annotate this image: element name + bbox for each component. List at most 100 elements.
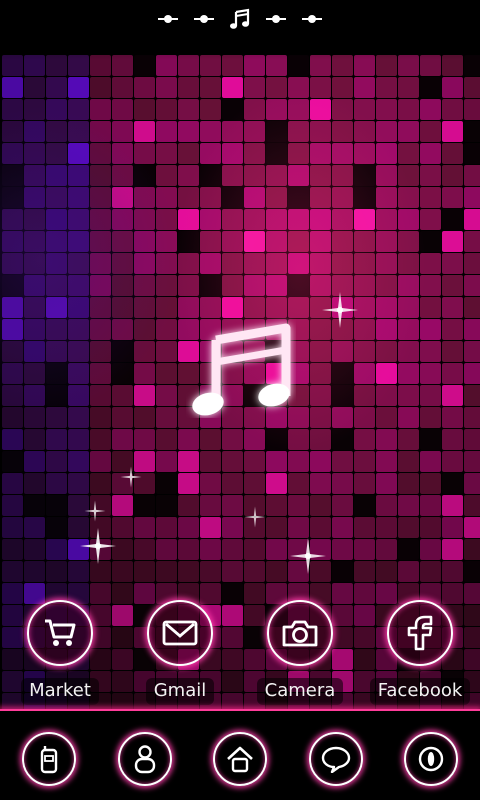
wallpaper-tile xyxy=(288,429,309,450)
app-label[interactable]: Camera xyxy=(256,678,344,705)
wallpaper-tile xyxy=(288,275,309,296)
wallpaper-tile xyxy=(310,121,331,142)
wallpaper-tile xyxy=(376,561,397,582)
wallpaper-tile xyxy=(288,121,309,142)
wallpaper-tile xyxy=(398,275,419,296)
wallpaper-tile xyxy=(156,407,177,428)
wallpaper-tile xyxy=(90,297,111,318)
page-dot-2[interactable] xyxy=(193,8,215,30)
wallpaper-tile xyxy=(266,187,287,208)
wallpaper-tile xyxy=(222,429,243,450)
wallpaper-tile xyxy=(398,55,419,76)
wallpaper-tile xyxy=(200,561,221,582)
wallpaper-tile xyxy=(332,363,353,384)
wallpaper-tile xyxy=(244,55,265,76)
phone-icon[interactable] xyxy=(22,732,76,786)
envelope-icon[interactable] xyxy=(147,600,213,666)
wallpaper-tile xyxy=(464,451,480,472)
wallpaper-tile xyxy=(68,385,89,406)
messaging-icon[interactable] xyxy=(309,732,363,786)
wallpaper-tile xyxy=(134,121,155,142)
wallpaper-tile xyxy=(46,473,67,494)
wallpaper-tile xyxy=(464,187,480,208)
wallpaper-tile xyxy=(464,473,480,494)
wallpaper-tile xyxy=(442,99,463,120)
page-dot-5[interactable] xyxy=(301,8,323,30)
wallpaper-tile xyxy=(156,231,177,252)
wallpaper-tile xyxy=(420,231,441,252)
wallpaper-tile xyxy=(420,121,441,142)
wallpaper-tile xyxy=(46,209,67,230)
wallpaper-tile xyxy=(46,99,67,120)
wallpaper-tile xyxy=(68,209,89,230)
wallpaper-tile xyxy=(24,55,45,76)
app-label[interactable]: Facebook xyxy=(369,678,471,705)
wallpaper-tile xyxy=(24,231,45,252)
app-facebook[interactable]: Facebook xyxy=(365,600,475,710)
wallpaper-tile xyxy=(2,121,23,142)
wallpaper-tile xyxy=(332,539,353,560)
browser-icon[interactable] xyxy=(404,732,458,786)
wallpaper-tile xyxy=(68,319,89,340)
wallpaper-tile xyxy=(112,231,133,252)
wallpaper-tile xyxy=(244,275,265,296)
wallpaper-tile xyxy=(24,121,45,142)
wallpaper-tile xyxy=(178,121,199,142)
page-current-music-note-icon[interactable] xyxy=(229,8,251,30)
app-camera[interactable]: Camera xyxy=(245,600,355,710)
wallpaper-tile xyxy=(464,77,480,98)
wallpaper-tile xyxy=(266,473,287,494)
page-dot-4[interactable] xyxy=(265,8,287,30)
wallpaper-tile xyxy=(178,165,199,186)
music-note-icon xyxy=(186,318,296,418)
wallpaper-tile xyxy=(244,99,265,120)
wallpaper-tile xyxy=(46,363,67,384)
wallpaper-tile xyxy=(442,363,463,384)
wallpaper-tile xyxy=(112,121,133,142)
app-label[interactable]: Gmail xyxy=(145,678,215,705)
wallpaper-tile xyxy=(464,407,480,428)
wallpaper-tile xyxy=(464,121,480,142)
facebook-icon[interactable] xyxy=(387,600,453,666)
wallpaper-tile xyxy=(200,297,221,318)
wallpaper-tile xyxy=(200,209,221,230)
wallpaper-tile xyxy=(134,253,155,274)
wallpaper-tile xyxy=(332,341,353,362)
wallpaper-tile xyxy=(398,517,419,538)
wallpaper-tile xyxy=(68,407,89,428)
wallpaper-tile xyxy=(90,143,111,164)
wallpaper-tile xyxy=(420,429,441,450)
wallpaper-tile xyxy=(464,209,480,230)
wallpaper-tile xyxy=(134,55,155,76)
shopping-cart-icon[interactable] xyxy=(27,600,93,666)
wallpaper-tile xyxy=(266,429,287,450)
home-icon[interactable] xyxy=(213,732,267,786)
page-dot-1[interactable] xyxy=(157,8,179,30)
wallpaper-tile xyxy=(266,121,287,142)
wallpaper-tile xyxy=(2,539,23,560)
wallpaper-tile xyxy=(244,297,265,318)
wallpaper-tile xyxy=(376,143,397,164)
wallpaper-tile xyxy=(266,165,287,186)
wallpaper-tile xyxy=(200,143,221,164)
wallpaper-tile xyxy=(442,165,463,186)
wallpaper-tile xyxy=(464,165,480,186)
sparkle-icon xyxy=(116,462,146,492)
contacts-icon[interactable] xyxy=(118,732,172,786)
wallpaper-tile xyxy=(24,429,45,450)
wallpaper-tile xyxy=(266,99,287,120)
app-label[interactable]: Market xyxy=(21,678,99,705)
wallpaper-tile xyxy=(420,77,441,98)
wallpaper-tile xyxy=(354,231,375,252)
wallpaper-tile xyxy=(288,165,309,186)
app-market[interactable]: Market xyxy=(5,600,115,710)
wallpaper-tile xyxy=(398,561,419,582)
wallpaper-tile xyxy=(354,473,375,494)
wallpaper-tile xyxy=(332,473,353,494)
app-gmail[interactable]: Gmail xyxy=(125,600,235,710)
wallpaper-tile xyxy=(156,319,177,340)
wallpaper-tile xyxy=(442,275,463,296)
wallpaper-tile xyxy=(244,253,265,274)
camera-icon[interactable] xyxy=(267,600,333,666)
wallpaper-tile xyxy=(354,209,375,230)
